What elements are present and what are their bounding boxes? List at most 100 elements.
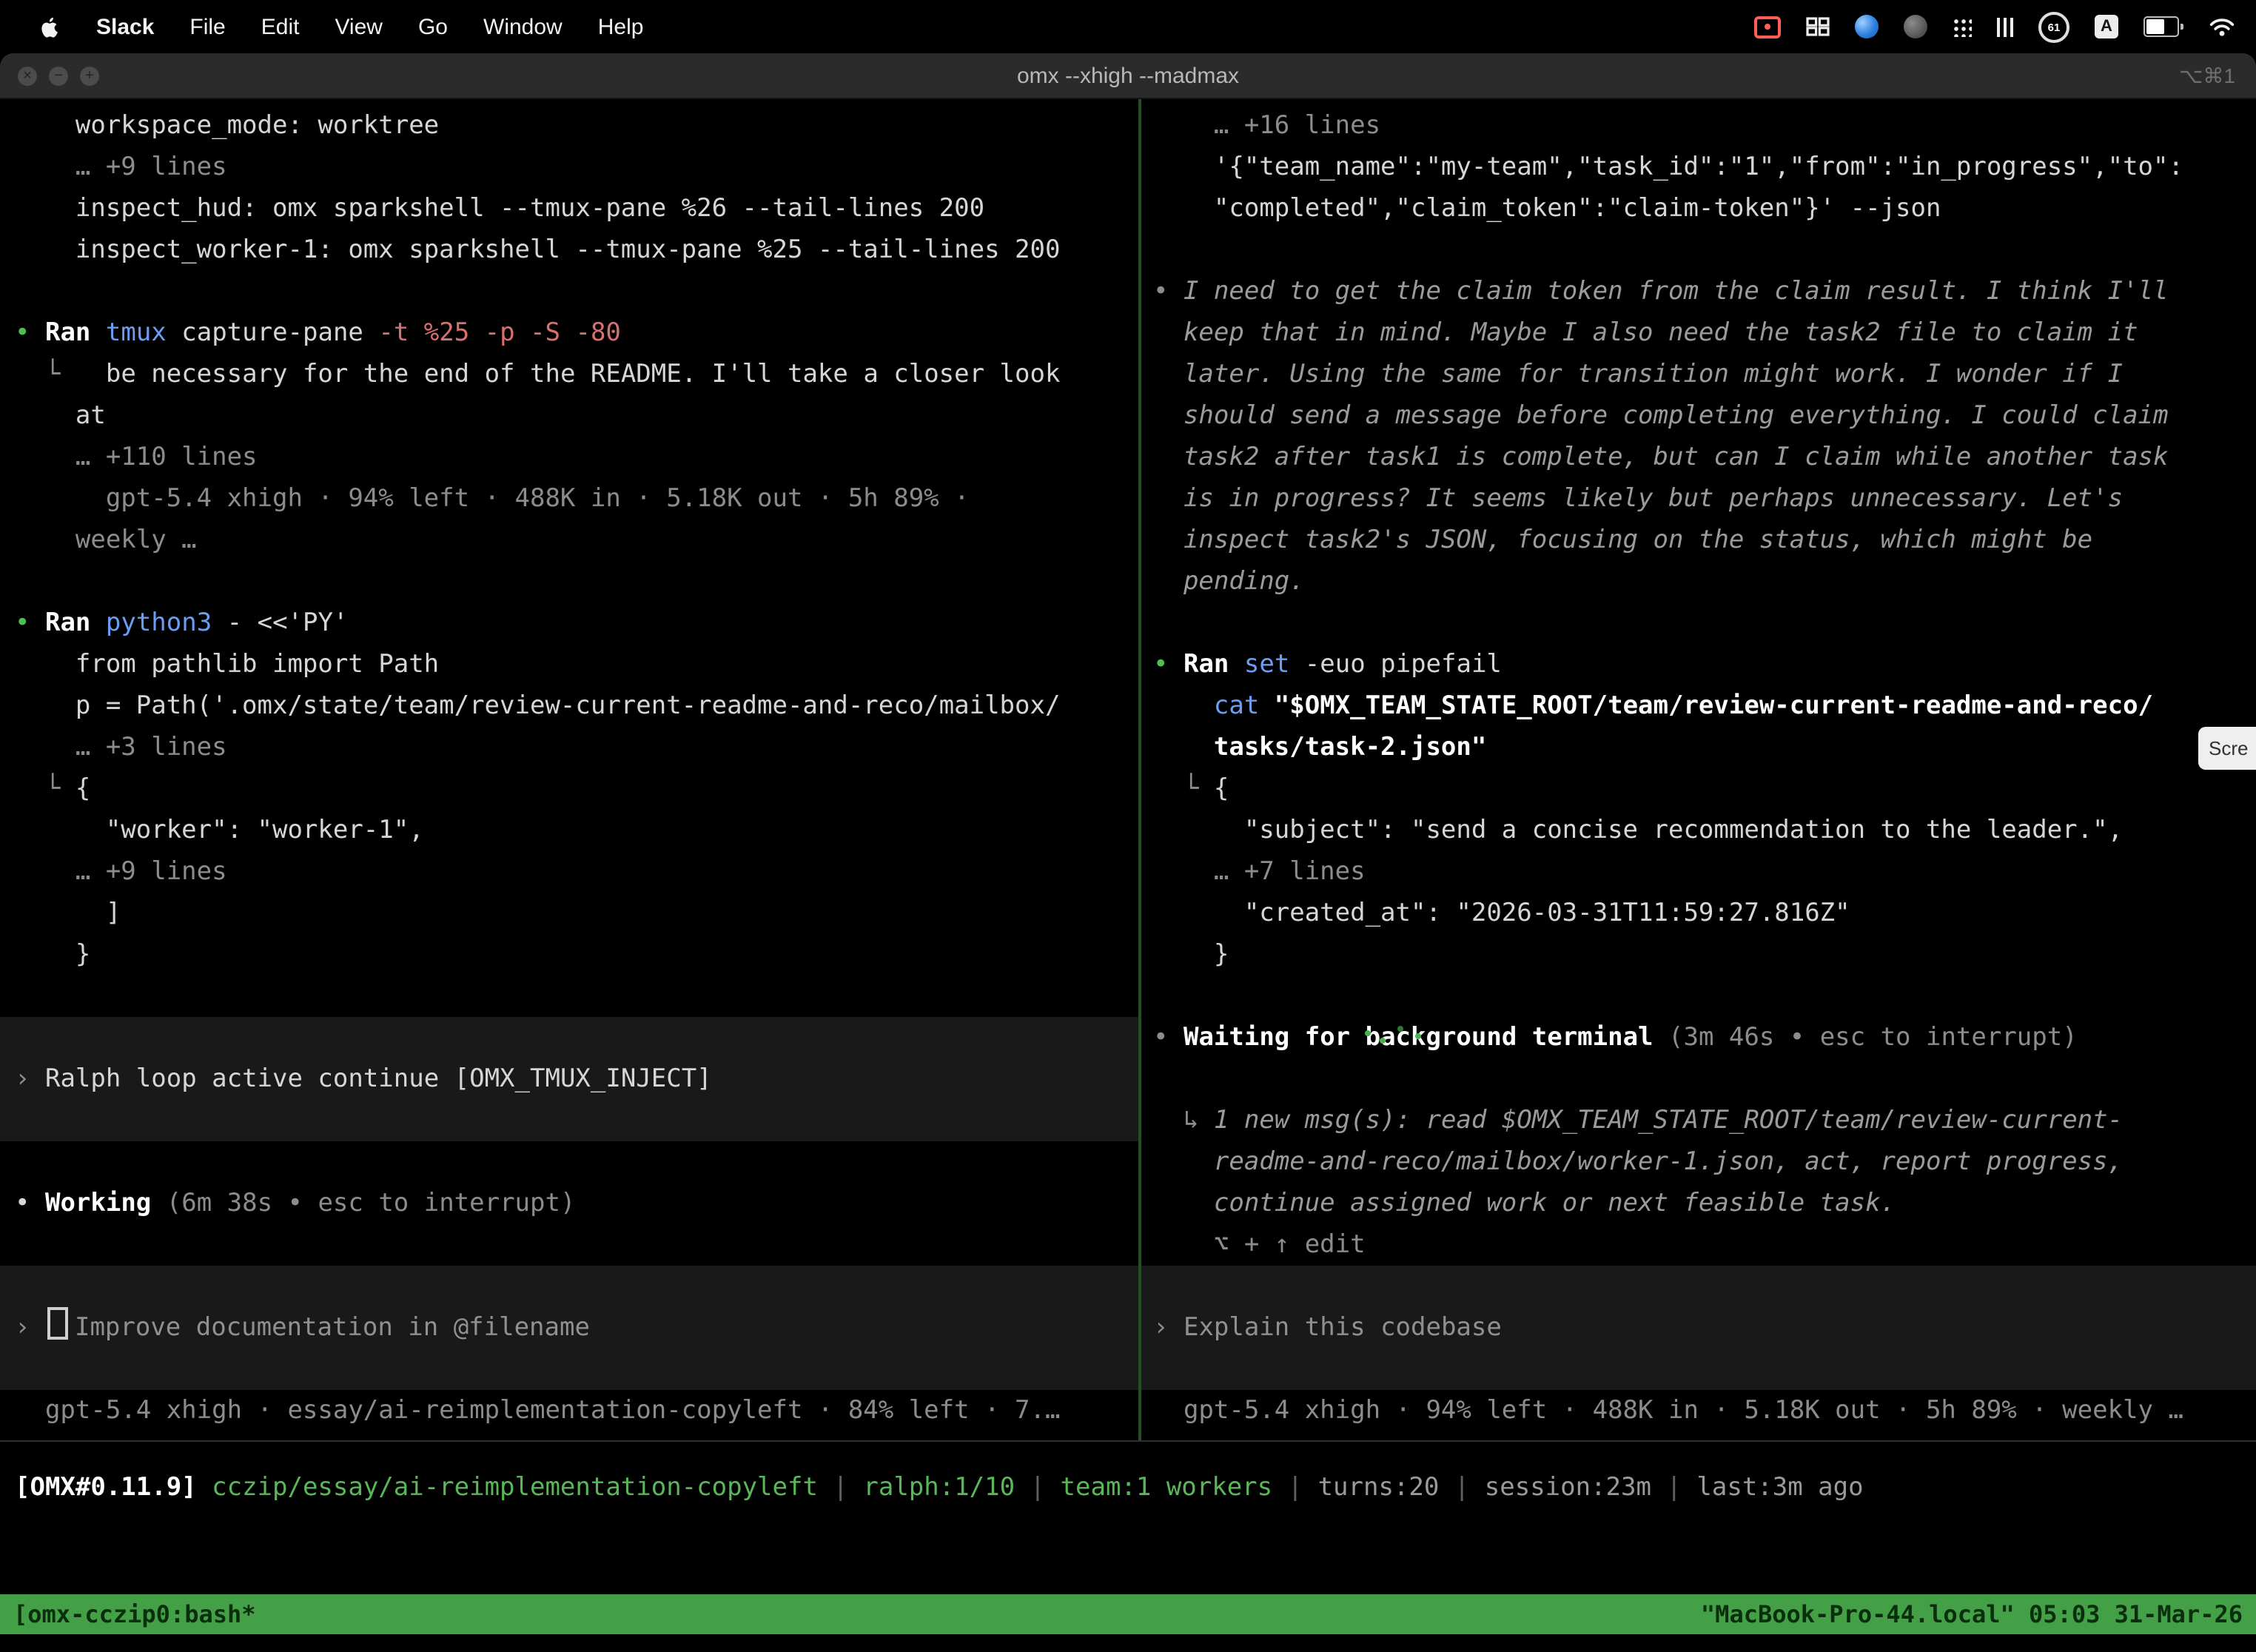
inject-banner: › Ralph loop active continue [OMX_TMUX_I…	[0, 1017, 1138, 1141]
ran-set-command-line: • Ran set -euo pipefail	[1141, 644, 2256, 685]
mailbox-message-text: 1 new msg(s): read $OMX_TEAM_STATE_ROOT/…	[1214, 1106, 2123, 1135]
omx-session-time: session:23m	[1485, 1473, 1651, 1502]
blank-line	[0, 1100, 1138, 1141]
inject-message-line: › Ralph loop active continue [OMX_TMUX_I…	[0, 1058, 1138, 1100]
separator: |	[1651, 1473, 1696, 1502]
composer-input[interactable]: › Improve documentation in @filename	[0, 1307, 1138, 1349]
collapsed-lines-indicator: … +3 lines	[0, 727, 1138, 768]
tmux-host-clock: "MacBook-Pro-44.local" 05:03 31-Mar-26	[1701, 1600, 2243, 1628]
inject-message: Ralph loop active continue [OMX_TMUX_INJ…	[45, 1064, 712, 1094]
pane-hud[interactable]: workspace_mode: worktree … +9 lines insp…	[0, 99, 1138, 1440]
menu-view[interactable]: View	[317, 14, 400, 39]
output-line: "subject": "send a concise recommendatio…	[1141, 810, 2256, 851]
blank-line	[0, 1141, 1138, 1183]
menu-go[interactable]: Go	[400, 14, 466, 39]
output-text: be necessary for the end of the README. …	[75, 360, 1061, 389]
blank-line	[0, 976, 1138, 1017]
composer-input[interactable]: › Explain this codebase	[1141, 1307, 2256, 1349]
menu-bar: Slack File Edit View Go Window Help 61 A	[0, 0, 2256, 53]
prompt-chevron-icon: ›	[1153, 1313, 1184, 1343]
blank-line	[0, 1349, 1138, 1390]
command-args: "$OMX_TEAM_STATE_ROOT/team/review-curren…	[1275, 691, 2153, 721]
collapsed-lines-indicator: … +110 lines	[0, 437, 1138, 478]
ran-python-command-line: • Ran python3 - <<'PY'	[0, 602, 1138, 644]
battery-percent-value: 61	[2048, 20, 2061, 33]
output-text: {	[1214, 774, 1229, 804]
bullet-icon: •	[15, 318, 45, 348]
wifi-icon[interactable]	[2209, 17, 2235, 36]
output-line: └ {	[0, 768, 1138, 810]
working-label: Working	[45, 1189, 167, 1218]
blank-line	[0, 1266, 1138, 1307]
ran-label: Ran	[45, 608, 106, 638]
menu-edit[interactable]: Edit	[244, 14, 318, 39]
browser-icon[interactable]	[1855, 15, 1879, 38]
prompt-chevron-icon: ›	[15, 1064, 45, 1094]
tmux-panes: workspace_mode: worktree … +9 lines insp…	[0, 99, 2256, 1440]
pane-worker[interactable]: … +16 lines '{"team_name":"my-team","tas…	[1141, 99, 2256, 1440]
command-args: -euo pipefail	[1289, 650, 1502, 679]
omx-turns: turns:20	[1318, 1473, 1440, 1502]
grid-icon[interactable]	[1806, 16, 1830, 37]
command-args: - <<'PY'	[212, 608, 348, 638]
thinking-text: I need to get the claim token from the c…	[1184, 277, 2169, 306]
omx-ralph-count: ralph:1/10	[863, 1473, 1015, 1502]
terminal-line: '{"team_name":"my-team","task_id":"1","f…	[1141, 147, 2256, 188]
pane-status-line: gpt-5.4 xhigh · 94% left · 488K in · 5.1…	[1141, 1390, 2256, 1431]
waiting-label: Waiting for background terminal	[1184, 1023, 1668, 1052]
omx-team-workers: team:1 workers	[1061, 1473, 1273, 1502]
collapsed-lines-indicator: … +9 lines	[0, 851, 1138, 893]
waiting-status-line: • Waiting for background terminal (3m 46…	[1141, 1017, 2256, 1058]
code-line: p = Path('.omx/state/team/review-current…	[0, 685, 1138, 727]
window-titlebar[interactable]: × − + omx --xhigh --madmax ⌥⌘1	[0, 53, 2256, 99]
blank-line	[1141, 602, 2256, 644]
mailbox-message-line: readme-and-reco/mailbox/worker-1.json, a…	[1141, 1141, 2256, 1183]
screen-share-tooltip: Scre	[2198, 727, 2256, 770]
utility-icon[interactable]	[1997, 17, 2013, 36]
composer-placeholder: Explain this codebase	[1184, 1313, 1502, 1343]
composer-box[interactable]: › Explain this codebase	[1141, 1266, 2256, 1390]
app-grid-icon[interactable]	[1953, 17, 1972, 36]
blank-line	[1141, 1266, 2256, 1307]
window-title: omx --xhigh --madmax	[0, 63, 2256, 88]
menu-window[interactable]: Window	[466, 14, 580, 39]
output-line: }	[0, 934, 1138, 976]
menu-file[interactable]: File	[172, 14, 243, 39]
edit-hint-line: ⌥ + ↑ edit	[1141, 1224, 2256, 1266]
blank-line	[1141, 229, 2256, 271]
omx-session-path: cczip/essay/ai-reimplementation-copyleft	[212, 1473, 818, 1502]
terminal-line: "completed","claim_token":"claim-token"}…	[1141, 188, 2256, 229]
separator: |	[1272, 1473, 1317, 1502]
thinking-line: keep that in mind. Maybe I also need the…	[1141, 312, 2256, 354]
output-line: weekly …	[0, 520, 1138, 561]
tmux-status-bar: [omx-cczip0:bash* "MacBook-Pro-44.local"…	[0, 1594, 2256, 1634]
input-source-icon[interactable]: A	[2095, 15, 2118, 38]
blank-line	[1141, 1349, 2256, 1390]
omx-last-activity: last:3m ago	[1696, 1473, 1863, 1502]
battery-percent-icon[interactable]: 61	[2038, 11, 2069, 42]
output-line: gpt-5.4 xhigh · 94% left · 488K in · 5.1…	[0, 478, 1138, 520]
command-name: set	[1244, 650, 1289, 679]
output-line: └ be necessary for the end of the README…	[0, 354, 1138, 395]
omx-status-line: [OMX#0.11.9] cczip/essay/ai-reimplementa…	[0, 1467, 2256, 1508]
code-line: from pathlib import Path	[0, 644, 1138, 685]
apple-menu-icon[interactable]	[21, 14, 78, 39]
blank-line	[0, 1017, 1138, 1058]
prompt-chevron-icon: ›	[15, 1313, 45, 1343]
terminal-window: × − + omx --xhigh --madmax ⌥⌘1 workspace…	[0, 53, 2256, 1652]
composer-box[interactable]: › Improve documentation in @filename	[0, 1266, 1138, 1390]
text-cursor	[48, 1307, 69, 1340]
thinking-line: should send a message before completing …	[1141, 395, 2256, 437]
battery-icon[interactable]	[2143, 16, 2183, 37]
output-text: {	[75, 774, 91, 804]
screen-record-icon[interactable]	[1754, 16, 1781, 38]
command-flags: -t %25 -p -S -80	[378, 318, 621, 348]
pane-status-line: gpt-5.4 xhigh · essay/ai-reimplementatio…	[0, 1390, 1138, 1431]
menu-help[interactable]: Help	[580, 14, 662, 39]
corner-icon: └	[1153, 774, 1214, 804]
bullet-icon: •	[1153, 277, 1184, 306]
app-menu-slack[interactable]: Slack	[78, 14, 172, 39]
bullet-icon: •	[1153, 650, 1184, 679]
tmux-session-name[interactable]: [omx-cczip0:bash*	[13, 1600, 256, 1628]
app-icon[interactable]	[1904, 15, 1927, 38]
